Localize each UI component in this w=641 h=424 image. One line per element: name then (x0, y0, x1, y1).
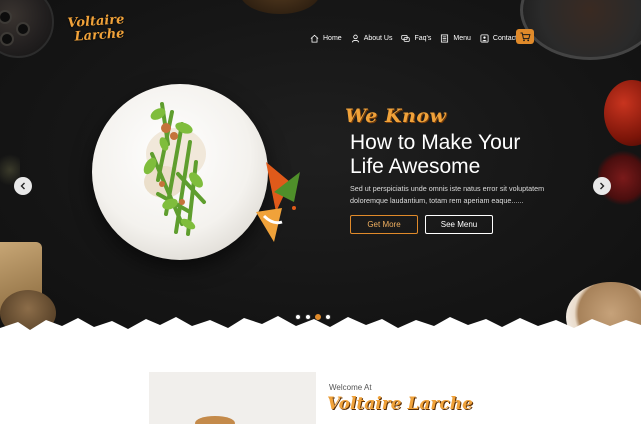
main-nav: Home About Us Faq's Menu Contact Us (310, 30, 537, 46)
salad-plate-image (92, 84, 268, 260)
cart-button[interactable] (516, 29, 534, 44)
nav-home[interactable]: Home (310, 34, 342, 43)
description-line-1: Sed ut perspiciatis unde omnis iste natu… (350, 184, 545, 193)
hero-headline: How to Make Your Life Awesome (350, 131, 590, 179)
menu-book-icon (441, 33, 449, 43)
headline-line-2: Life Awesome (350, 155, 481, 178)
nav-menu-label: Menu (453, 34, 471, 42)
get-more-button[interactable]: Get More (350, 215, 418, 234)
user-icon (351, 34, 359, 42)
bowl-image (240, 0, 320, 14)
dish-image (195, 416, 235, 424)
headline-line-1: How to Make Your (350, 131, 521, 154)
slider-next-button[interactable] (593, 177, 611, 195)
cookies-bowl-image (0, 0, 54, 58)
contact-icon (480, 33, 489, 43)
about-brand-name: Voltaire Larche (327, 394, 473, 414)
description-line-2: doloremque laudantium, totam rem aperiam… (350, 195, 524, 205)
chevron-right-icon (600, 182, 605, 190)
nav-faqs[interactable]: Faq's (401, 34, 431, 43)
see-menu-button[interactable]: See Menu (425, 215, 493, 234)
nav-menu[interactable]: Menu (440, 33, 471, 43)
dessert-plate-image (520, 0, 641, 60)
hero-slider: Voltaire Larche Home About Us Faq's Menu… (0, 0, 641, 335)
apple-image (604, 80, 641, 146)
nav-about-label: About Us (363, 34, 393, 42)
chevron-left-icon (20, 182, 25, 190)
nav-about[interactable]: About Us (351, 34, 393, 43)
cart-icon (520, 32, 531, 41)
torn-paper-divider (0, 316, 641, 360)
site-logo[interactable]: Voltaire Larche (67, 12, 129, 45)
nav-faqs-label: Faq's (414, 34, 432, 42)
chat-icon (401, 34, 411, 42)
garnish-image (256, 162, 300, 242)
about-photo (149, 372, 316, 424)
welcome-label: Welcome At (329, 383, 372, 392)
salad-illustration (143, 102, 206, 236)
logo-line-2: Larche (73, 26, 125, 45)
hero-tagline: We Know (345, 105, 447, 127)
hero-description: Sed ut perspiciatis unde omnis iste natu… (350, 183, 565, 206)
slider-prev-button[interactable] (14, 177, 32, 195)
home-icon (310, 34, 319, 43)
nav-home-label: Home (323, 34, 342, 42)
